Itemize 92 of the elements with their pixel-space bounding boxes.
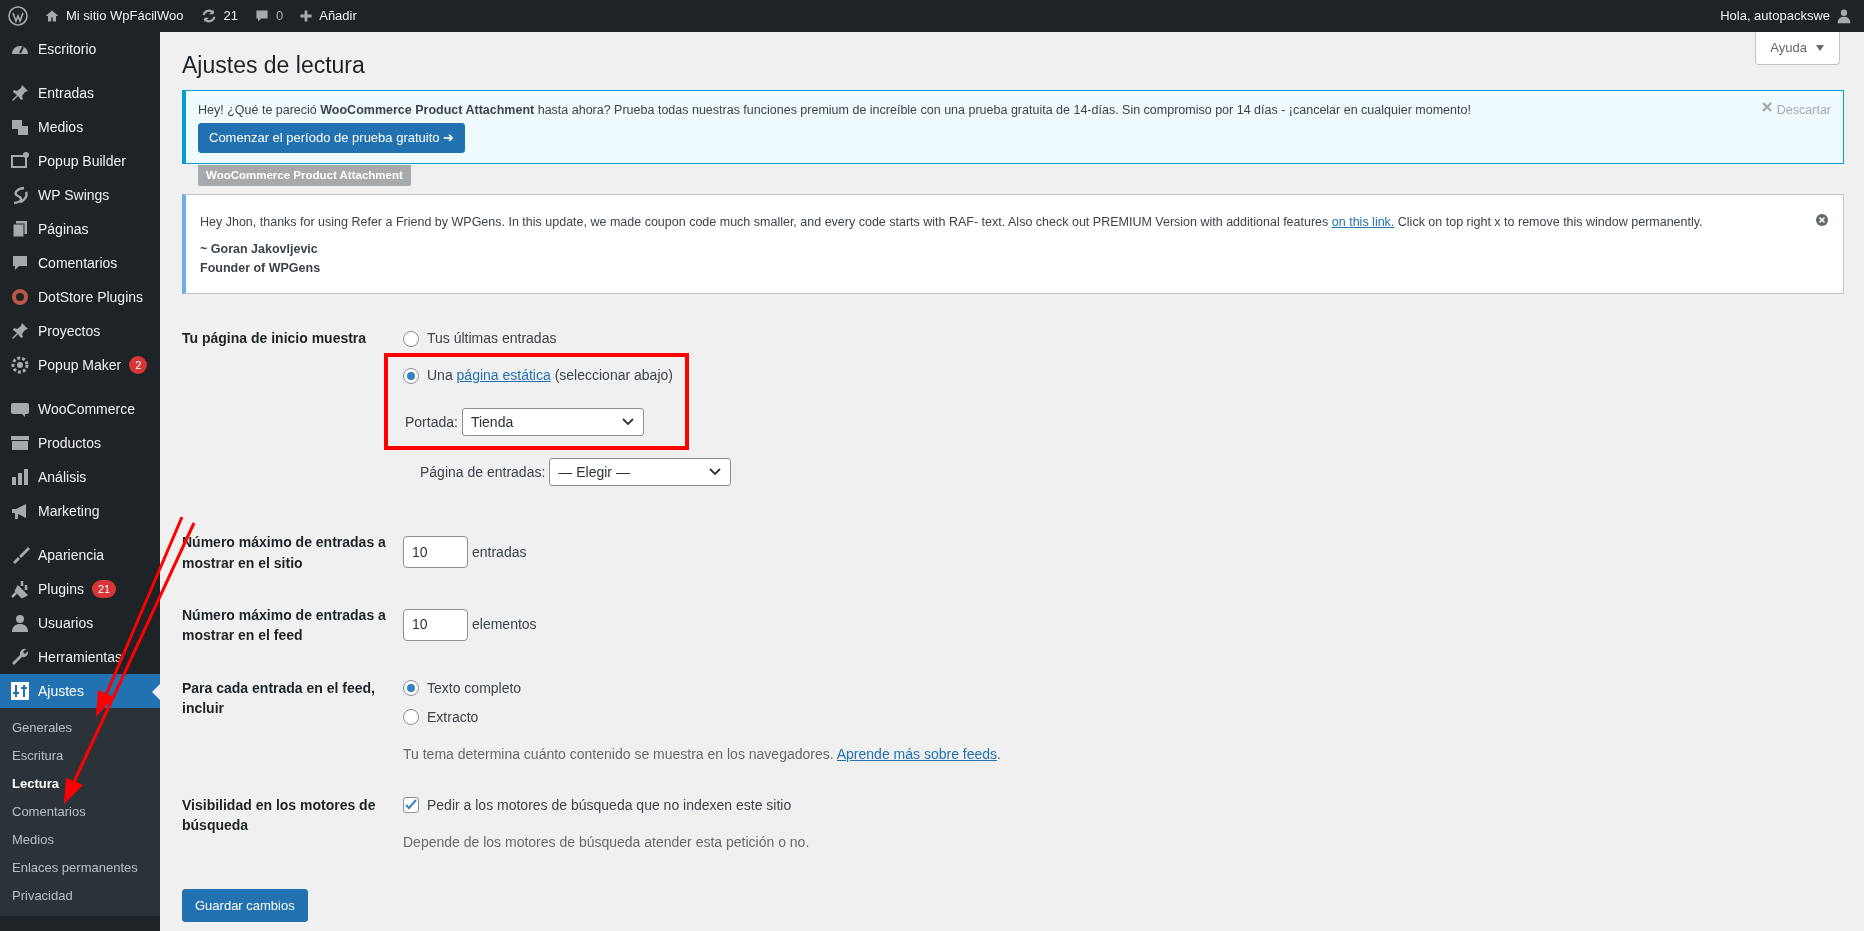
sidebar-item[interactable]: Ajustes — [0, 674, 160, 708]
pin-icon — [10, 83, 30, 103]
home-icon — [44, 8, 60, 24]
notice-link[interactable]: on this link. — [1331, 215, 1395, 230]
comment-icon — [254, 8, 270, 24]
dropdown-value: Tienda — [470, 412, 514, 432]
sidebar-item[interactable]: Productos — [0, 426, 160, 460]
close-icon — [1760, 100, 1773, 113]
sidebar-item[interactable]: Análisis — [0, 460, 160, 494]
help-button[interactable]: Ayuda — [1755, 32, 1840, 65]
caret-icon — [1815, 42, 1825, 53]
submenu-item[interactable]: Comentarios — [0, 798, 160, 826]
notice-text: Hey Jhon, thanks for using Refer a Friend by WPGens. In this update, we made coupon code much smaller, and every code starts with RAF- text. Also check out PREMIUM Version with additional features on this link. Click on top right x to remove this window permanently. — [200, 214, 1703, 232]
signature-line: Founder of WPGens — [200, 259, 322, 277]
save-button[interactable]: Guardar cambios — [182, 888, 308, 923]
help-text: Depende de los motores de búsqueda atender esta petición o no. — [403, 832, 811, 852]
submenu-item[interactable]: Lectura — [0, 770, 160, 798]
account-link[interactable]: Hola, autopackswe — [1720, 6, 1852, 26]
sidebar-item[interactable]: Entradas — [0, 76, 160, 110]
add-new-link[interactable]: Añadir — [299, 6, 357, 26]
sidebar-item[interactable]: Marketing — [0, 494, 160, 528]
sliders-icon — [10, 681, 30, 701]
option-label: Tus últimas entradas — [427, 329, 557, 349]
count-badge: 2 — [129, 356, 148, 374]
radio-button[interactable] — [403, 680, 419, 697]
sidebar-item[interactable]: Medios — [0, 110, 160, 144]
number-field[interactable]: 10 — [403, 608, 468, 641]
user-icon — [10, 613, 30, 633]
count-badge: 21 — [91, 580, 117, 598]
sidebar-item[interactable]: Escritorio — [0, 32, 160, 66]
submenu-item[interactable]: Generales — [0, 714, 160, 742]
unit-label: elementos — [472, 615, 537, 635]
ring-icon — [10, 287, 30, 307]
dropdown[interactable]: — Elegir — — [549, 458, 732, 487]
sidebar-item[interactable]: WooCommerce — [0, 392, 160, 426]
radio-button[interactable] — [403, 367, 419, 384]
sidebar-item[interactable]: Apariencia — [0, 538, 160, 572]
submenu-item[interactable]: Medios — [0, 826, 160, 854]
number-field[interactable]: 10 — [403, 536, 468, 569]
bar-chart-icon — [10, 467, 30, 487]
select-label: Portada: — [405, 412, 458, 432]
window-icon — [10, 151, 30, 171]
site-link[interactable]: Mi sitio WpFácilWoo — [44, 6, 184, 26]
user-icon — [1836, 8, 1852, 24]
updates-link[interactable]: 21 — [199, 6, 238, 26]
sidebar-item[interactable]: Popup Builder — [0, 144, 160, 178]
option-label: Extracto — [427, 707, 479, 727]
plug-icon — [10, 579, 30, 599]
sidebar-item[interactable]: Usuarios — [0, 606, 160, 640]
sidebar-item[interactable]: DotStore Plugins — [0, 280, 160, 314]
sidebar-item[interactable]: Proyectos — [0, 314, 160, 348]
radio-button[interactable] — [403, 330, 419, 347]
sidebar-item[interactable]: WP Swings — [0, 178, 160, 212]
field-label: Tu página de inicio muestra — [182, 329, 368, 349]
unit-label: entradas — [472, 542, 527, 562]
pin-icon — [10, 321, 30, 341]
page-title: Ajustes de lectura — [182, 52, 365, 80]
sidebar-item[interactable]: Popup Maker 2 — [0, 348, 160, 382]
gear-icon — [10, 355, 30, 375]
field-label: Para cada entrada en el feed, incluir — [182, 678, 376, 718]
sidebar-item[interactable]: Comentarios — [0, 246, 160, 280]
option-label: Texto completo — [427, 678, 522, 698]
plugin-tag: WooCommerce Product Attachment — [198, 164, 411, 187]
comment-icon — [10, 253, 30, 273]
comments-link[interactable]: 0 — [254, 6, 284, 26]
checkbox[interactable] — [403, 797, 419, 814]
submenu-item[interactable]: Privacidad — [0, 882, 160, 910]
wordpress-logo-icon — [8, 6, 28, 26]
static-page-link[interactable]: página estática — [456, 367, 551, 384]
field-label: Visibilidad en los motores de búsqueda — [182, 795, 377, 835]
help-text: Tu tema determina cuánto contenido se muestra en los navegadores. Aprende más sobre feeds. — [403, 744, 1002, 764]
radio-button[interactable] — [403, 709, 419, 726]
dropdown[interactable]: Tienda — [461, 408, 644, 437]
sidebar-item[interactable]: Plugins 21 — [0, 572, 160, 606]
plus-icon — [299, 9, 314, 23]
wrench-icon — [10, 647, 30, 667]
submenu-item[interactable]: Enlaces permanentes — [0, 854, 160, 882]
notice-text: Hey! ¿Qué te pareció WooCommerce Product Attachment hasta ahora? Prueba todas nuestras funciones premium de increíble con una prueba gratuita de 14-días. Sin compromiso por 14 días - ¡cancelar en cualquier momento! — [198, 101, 1471, 119]
pages-icon — [10, 219, 30, 239]
sidebar-item[interactable]: Herramientas — [0, 640, 160, 674]
checkbox-label: Pedir a los motores de búsqueda que no indexen este sitio — [427, 795, 792, 815]
archive-icon — [10, 433, 30, 453]
option-label: Una página estática (seleccionar abajo) — [427, 366, 673, 386]
dropdown-value: — Elegir — — [558, 462, 630, 482]
select-label: Página de entradas: — [420, 462, 546, 482]
submenu-item[interactable]: Escritura — [0, 742, 160, 770]
sidebar-item[interactable]: Páginas — [0, 212, 160, 246]
close-icon — [1815, 213, 1829, 228]
signature-line: ~ Goran Jakovljevic — [200, 240, 319, 258]
trial-button[interactable]: Comenzar el período de prueba gratuito ➔ — [198, 123, 466, 153]
field-label: Número máximo de entradas a mostrar en el feed — [182, 605, 387, 646]
media-icon — [10, 117, 30, 137]
